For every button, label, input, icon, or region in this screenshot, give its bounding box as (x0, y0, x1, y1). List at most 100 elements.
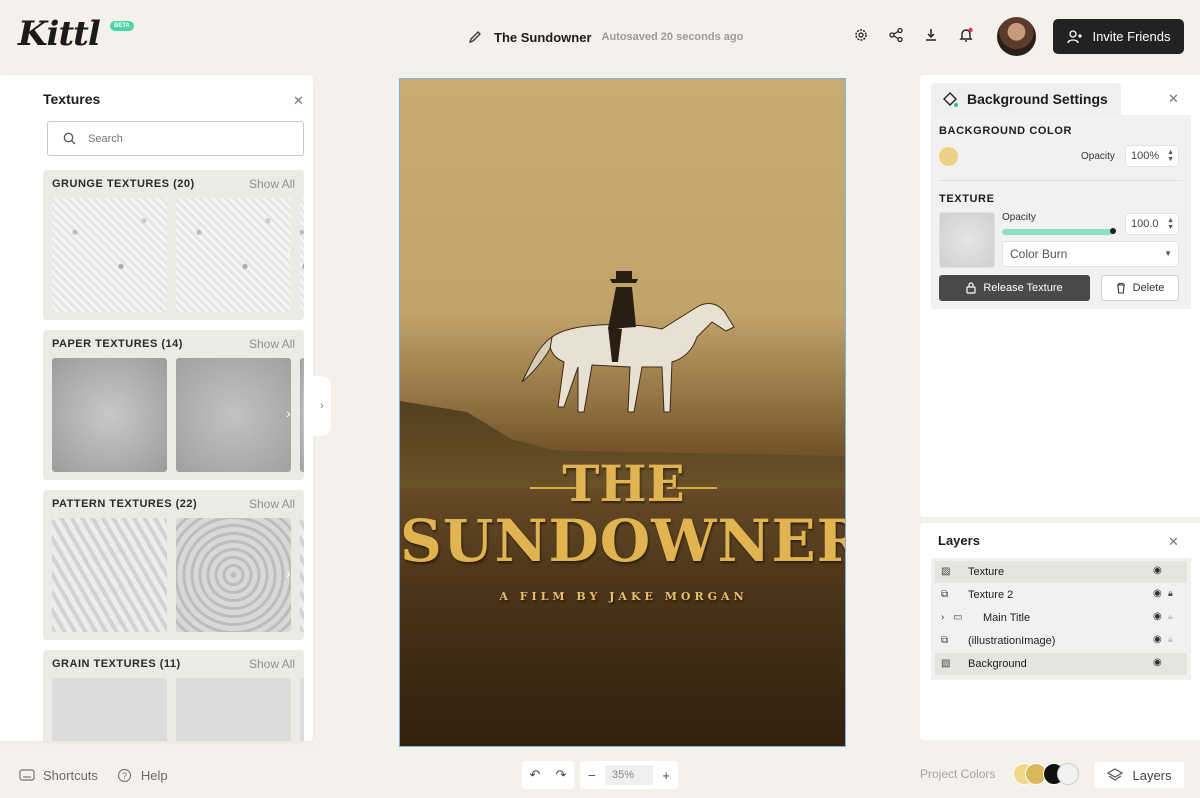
background-color-swatch[interactable] (939, 147, 958, 166)
keyboard-icon (18, 766, 36, 784)
texture-search[interactable] (47, 121, 304, 156)
texture-thumbnail[interactable] (176, 518, 291, 632)
texture-thumbnail[interactable] (176, 198, 291, 312)
texture-thumbnail[interactable] (176, 358, 291, 472)
texture-preview[interactable] (939, 212, 995, 268)
layers-toggle-button[interactable]: Layers (1094, 762, 1184, 788)
show-all-link[interactable]: Show All (249, 497, 295, 511)
background-settings-body: BACKGROUND COLOR Opacity 100% ▲ ▼ TEXTURE… (931, 115, 1191, 309)
background-opacity-input[interactable]: 100% ▲ ▼ (1125, 145, 1179, 167)
chevron-right-icon[interactable]: › (941, 612, 944, 623)
show-all-link[interactable]: Show All (249, 337, 295, 351)
close-icon[interactable]: ✕ (1168, 91, 1179, 107)
download-icon[interactable] (922, 26, 940, 44)
eye-icon[interactable]: ◉ (1153, 588, 1162, 599)
help-link[interactable]: ? Help (116, 766, 168, 784)
delete-texture-button[interactable]: Delete (1101, 275, 1179, 301)
project-colors-swatches[interactable] (1013, 763, 1081, 787)
collapse-panel-toggle[interactable]: › (313, 376, 331, 436)
poster-title-the[interactable]: THE (400, 454, 845, 513)
texture-thumbnail[interactable] (52, 358, 167, 472)
layers-list: ▨ Texture ◉ ⧉ Texture 2 ◉ 🔒︎ › ▭ Main Ti… (931, 558, 1191, 680)
background-settings-panel: Background Settings ✕ BACKGROUND COLOR O… (920, 75, 1200, 517)
search-icon (60, 130, 78, 148)
rider-illustration (521, 271, 735, 413)
bell-icon[interactable] (957, 26, 975, 44)
chevron-right-icon[interactable]: › (286, 405, 291, 421)
project-color-swatch[interactable] (1057, 763, 1079, 785)
invite-friends-button[interactable]: Invite Friends (1053, 19, 1184, 54)
texture-thumbnail[interactable] (52, 198, 167, 312)
lock-icon[interactable]: 🔒︎ (1168, 611, 1173, 622)
texture-thumbnail[interactable] (300, 358, 304, 472)
texture-thumbnail[interactable] (52, 678, 167, 741)
texture-opacity-slider[interactable] (1002, 228, 1116, 235)
close-icon[interactable]: ✕ (293, 93, 304, 109)
footer-links: Shortcuts ? Help (18, 766, 168, 784)
layer-row[interactable]: › ▭ Main Title ◉ 🔒︎ (935, 607, 1187, 629)
blend-mode-value: Color Burn (1010, 247, 1068, 261)
background-settings-tab[interactable]: Background Settings (931, 83, 1121, 115)
poster-main-title[interactable]: SUNDOWNER (400, 507, 845, 575)
layers-icon (1106, 766, 1124, 784)
show-all-link[interactable]: Show All (249, 657, 295, 671)
beta-badge: BETA (110, 21, 134, 31)
autosave-status: Autosaved 20 seconds ago (601, 31, 744, 43)
lock-icon[interactable]: 🔒︎ (1168, 588, 1173, 599)
layer-name: (illustrationImage) (968, 635, 1056, 647)
document-title-area: The Sundowner Autosaved 20 seconds ago (466, 28, 743, 46)
stepper-icon[interactable]: ▲ ▼ (1167, 149, 1174, 163)
blend-mode-select[interactable]: Color Burn ▼ (1002, 241, 1179, 267)
category-title: PATTERN TEXTURES (22) (52, 498, 198, 510)
category-title: PAPER TEXTURES (14) (52, 338, 183, 350)
document-name[interactable]: The Sundowner (494, 30, 592, 45)
undo-icon[interactable]: ↶ (530, 767, 541, 783)
history-controls: ↶ ↷ (522, 761, 574, 789)
shortcuts-link[interactable]: Shortcuts (18, 766, 98, 784)
texture-opacity-input[interactable]: 100.0 ▲ ▼ (1125, 213, 1179, 235)
texture-thumbnail[interactable] (300, 678, 304, 741)
poster-subtitle[interactable]: A FILM BY JAKE MORGAN (400, 590, 845, 603)
kittl-logo[interactable]: Kittl (18, 14, 101, 54)
zoom-out-icon[interactable]: − (588, 768, 596, 783)
gear-icon[interactable] (852, 26, 870, 44)
redo-icon[interactable]: ↷ (556, 767, 567, 783)
show-all-link[interactable]: Show All (249, 177, 295, 191)
close-icon[interactable]: ✕ (1168, 534, 1179, 550)
layers-panel-title: Layers (938, 533, 980, 548)
category-title: GRUNGE TEXTURES (20) (52, 178, 195, 190)
slider-handle[interactable] (1110, 228, 1116, 234)
texture-thumbnail[interactable] (52, 518, 167, 632)
lock-icon[interactable]: 🔒︎ (1168, 634, 1173, 645)
chevron-right-icon[interactable]: › (286, 565, 291, 581)
search-input[interactable] (88, 132, 288, 145)
stepper-icon[interactable]: ▲ ▼ (1167, 217, 1174, 231)
layers-button-label: Layers (1132, 767, 1172, 783)
design-canvas[interactable]: THE SUNDOWNER A FILM BY JAKE MORGAN (399, 78, 846, 747)
texture-thumbnail[interactable] (176, 678, 291, 741)
release-texture-button[interactable]: Release Texture (939, 275, 1090, 301)
zoom-level-input[interactable]: 35% (605, 765, 653, 785)
eye-icon[interactable]: ◉ (1153, 611, 1162, 622)
zoom-in-icon[interactable]: + (662, 768, 670, 783)
eye-icon[interactable]: ◉ (1153, 634, 1162, 645)
help-label: Help (140, 767, 168, 783)
layer-row[interactable]: ⧉ (illustrationImage) ◉ 🔒︎ (935, 630, 1187, 652)
user-avatar[interactable] (997, 17, 1036, 56)
eye-icon[interactable]: ◉ (1153, 565, 1162, 576)
share-icon[interactable] (887, 26, 905, 44)
layer-name: Texture (968, 566, 1005, 578)
eye-icon[interactable]: ◉ (1153, 657, 1162, 668)
opacity-label: Opacity (1081, 151, 1115, 162)
texture-thumbnail[interactable] (300, 198, 304, 312)
layer-row[interactable]: ▨ Texture ◉ (935, 561, 1187, 583)
layers-panel: Layers ✕ ▨ Texture ◉ ⧉ Texture 2 ◉ 🔒︎ › … (920, 523, 1200, 740)
chevron-right-icon[interactable]: › (286, 245, 291, 261)
texture-thumbnail[interactable] (300, 518, 304, 632)
layer-row[interactable]: ▧ Background ◉ (935, 653, 1187, 675)
pencil-icon[interactable] (466, 28, 484, 46)
help-icon: ? (116, 766, 134, 784)
paint-bucket-icon (941, 90, 959, 108)
layer-row[interactable]: ⧉ Texture 2 ◉ 🔒︎ (935, 584, 1187, 606)
category-grain: GRAIN TEXTURES (11) Show All (43, 650, 304, 741)
